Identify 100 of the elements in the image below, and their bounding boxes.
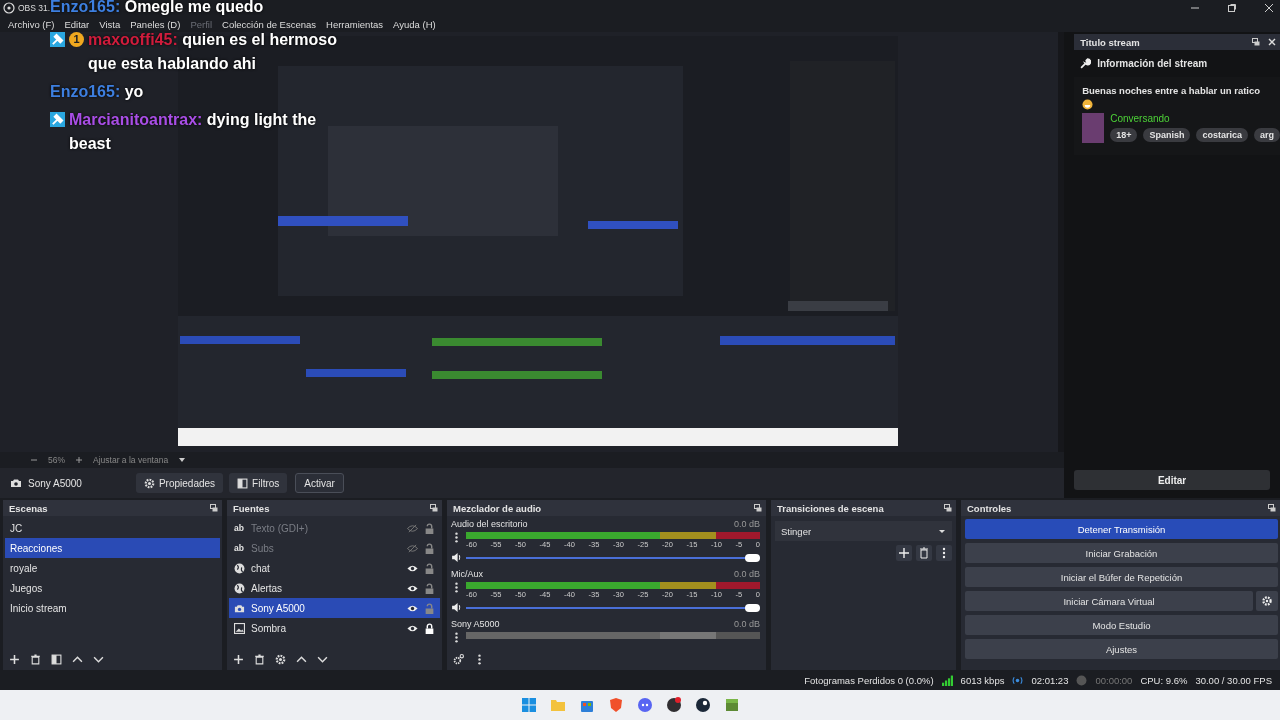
volume-slider[interactable]: [466, 603, 760, 612]
close-icon[interactable]: [1264, 3, 1274, 13]
add-icon[interactable]: [896, 545, 912, 561]
undock-icon[interactable]: [754, 504, 762, 512]
chat-bubble-icon[interactable]: [636, 697, 653, 713]
maximize-icon[interactable]: [1227, 3, 1237, 13]
dock-title: Controles: [967, 502, 1012, 514]
menu-item[interactable]: Ayuda (H): [393, 18, 436, 30]
tag-pill: arg: [1254, 128, 1280, 142]
scene-item[interactable]: royale: [5, 558, 220, 578]
hammer-badge-icon: [50, 112, 65, 127]
source-item[interactable]: ab Subs: [229, 538, 440, 558]
control-button[interactable]: Ajustes: [965, 639, 1278, 659]
source-item[interactable]: chat: [229, 558, 440, 578]
record-dot-icon: [1076, 674, 1088, 686]
globe-icon: [234, 582, 245, 594]
volume-slider[interactable]: [466, 553, 760, 562]
windows-logo-icon[interactable]: [520, 697, 537, 713]
scene-item[interactable]: JC: [5, 518, 220, 538]
menu-item[interactable]: Paneles (D): [130, 18, 181, 30]
undock-icon[interactable]: [430, 504, 438, 512]
control-button[interactable]: Detener Transmisión: [965, 519, 1278, 539]
trash-icon[interactable]: [916, 545, 932, 561]
scene-item[interactable]: Juegos: [5, 578, 220, 598]
unlocked-icon[interactable]: [424, 522, 435, 534]
menu-item[interactable]: Vista: [99, 18, 121, 30]
filter-icon: [237, 477, 249, 489]
settings-icon[interactable]: [453, 653, 464, 665]
chat-message: Enzo165: Omegle me quedo: [50, 0, 265, 16]
channel-name: Audio del escritorio: [451, 519, 528, 529]
undock-icon[interactable]: [210, 504, 218, 512]
image-icon: [234, 622, 245, 634]
gear-icon: [143, 477, 155, 489]
cube-icon[interactable]: [723, 697, 740, 713]
chat-message: Marcianitoantrax: dying light the beast: [69, 110, 318, 154]
speaker-icon[interactable]: [451, 602, 462, 613]
toolbar-button[interactable]: Filtros: [229, 473, 288, 493]
undock-icon[interactable]: [1268, 504, 1276, 512]
menu-item[interactable]: Colección de Escenas: [222, 18, 317, 30]
filter-icon[interactable]: [51, 653, 62, 665]
undock-icon[interactable]: [944, 504, 952, 512]
stream-info-heading: Información del stream: [1097, 58, 1208, 69]
tag-pill: Spanish: [1143, 128, 1191, 142]
trash-icon[interactable]: [254, 653, 265, 665]
grinning-emoji-icon: [1082, 99, 1094, 110]
camera-icon: [10, 477, 22, 489]
menu-item[interactable]: Herramientas: [326, 18, 384, 30]
scene-item[interactable]: Inicio stream: [5, 598, 220, 618]
source-item[interactable]: Alertas: [229, 578, 440, 598]
add-icon[interactable]: [9, 653, 20, 665]
source-item[interactable]: Sombra: [229, 618, 440, 638]
caret-icon[interactable]: [178, 456, 187, 464]
volume-reading: 0.0 dB: [733, 519, 760, 529]
shield-icon[interactable]: [607, 697, 624, 713]
menu-item[interactable]: Archivo (F): [8, 18, 55, 30]
app-logo-icon: [3, 2, 15, 14]
dropped-frames: Fotogramas Perdidos 0 (0.0%): [804, 674, 934, 686]
control-button[interactable]: Iniciar Cámara Virtual: [965, 591, 1253, 611]
cpu-usage: CPU: 9.6%: [1140, 674, 1188, 686]
dock-title: Transiciones de escena: [777, 502, 884, 514]
eye-slash-icon[interactable]: [407, 542, 418, 554]
fps-reading: 30.00 / 30.00 FPS: [1195, 674, 1272, 686]
eye-slash-icon[interactable]: [407, 522, 418, 534]
toolbar-button[interactable]: Propiedades: [135, 473, 224, 493]
globe-icon: [234, 562, 245, 574]
menu-item[interactable]: Editar: [64, 18, 90, 30]
zoom-mode-label[interactable]: Ajustar a la ventana: [93, 455, 169, 465]
speaker-icon[interactable]: [451, 552, 462, 563]
text-source-icon: ab: [234, 543, 245, 553]
settings-icon[interactable]: [1256, 591, 1278, 611]
unlocked-icon[interactable]: [424, 582, 435, 594]
trash-icon[interactable]: [30, 653, 41, 665]
stream-title-text: Buenas noches entre a hablar un ratico: [1082, 85, 1262, 96]
edit-button[interactable]: Editar: [1074, 470, 1270, 490]
control-button[interactable]: Iniciar el Búfer de Repetición: [965, 567, 1278, 587]
source-item[interactable]: Sony A5000: [229, 598, 440, 618]
close-icon[interactable]: [1268, 38, 1276, 46]
kebab-menu-icon[interactable]: [936, 545, 952, 561]
zoom-out-icon[interactable]: [30, 456, 38, 464]
source-item[interactable]: ab Texto (GDI+): [229, 518, 440, 538]
control-button[interactable]: Modo Estudio: [965, 615, 1278, 635]
toolbar-button[interactable]: Activar: [295, 473, 344, 493]
add-icon[interactable]: [233, 653, 244, 665]
window-title: OBS 31.: [18, 3, 51, 13]
undock-icon[interactable]: [1252, 38, 1260, 46]
unlocked-icon[interactable]: [424, 562, 435, 574]
unlocked-icon[interactable]: [424, 542, 435, 554]
settings-icon[interactable]: [275, 653, 286, 665]
camera-icon: [234, 602, 245, 614]
zoom-in-icon[interactable]: [75, 456, 83, 464]
record-app-icon[interactable]: [665, 697, 682, 713]
caret-icon[interactable]: [938, 527, 946, 535]
bitrate: 6013 kbps: [960, 674, 1005, 686]
dock-title: Titulo stream: [1080, 36, 1140, 48]
scene-item[interactable]: Reacciones: [5, 538, 220, 558]
transition-dropdown[interactable]: Stinger: [775, 521, 952, 541]
chat-message: Enzo165: yo: [50, 82, 145, 102]
stream-time: 02:01:23: [1031, 674, 1069, 686]
control-button[interactable]: Iniciar Grabación: [965, 543, 1278, 563]
lock-icon[interactable]: [424, 622, 435, 634]
